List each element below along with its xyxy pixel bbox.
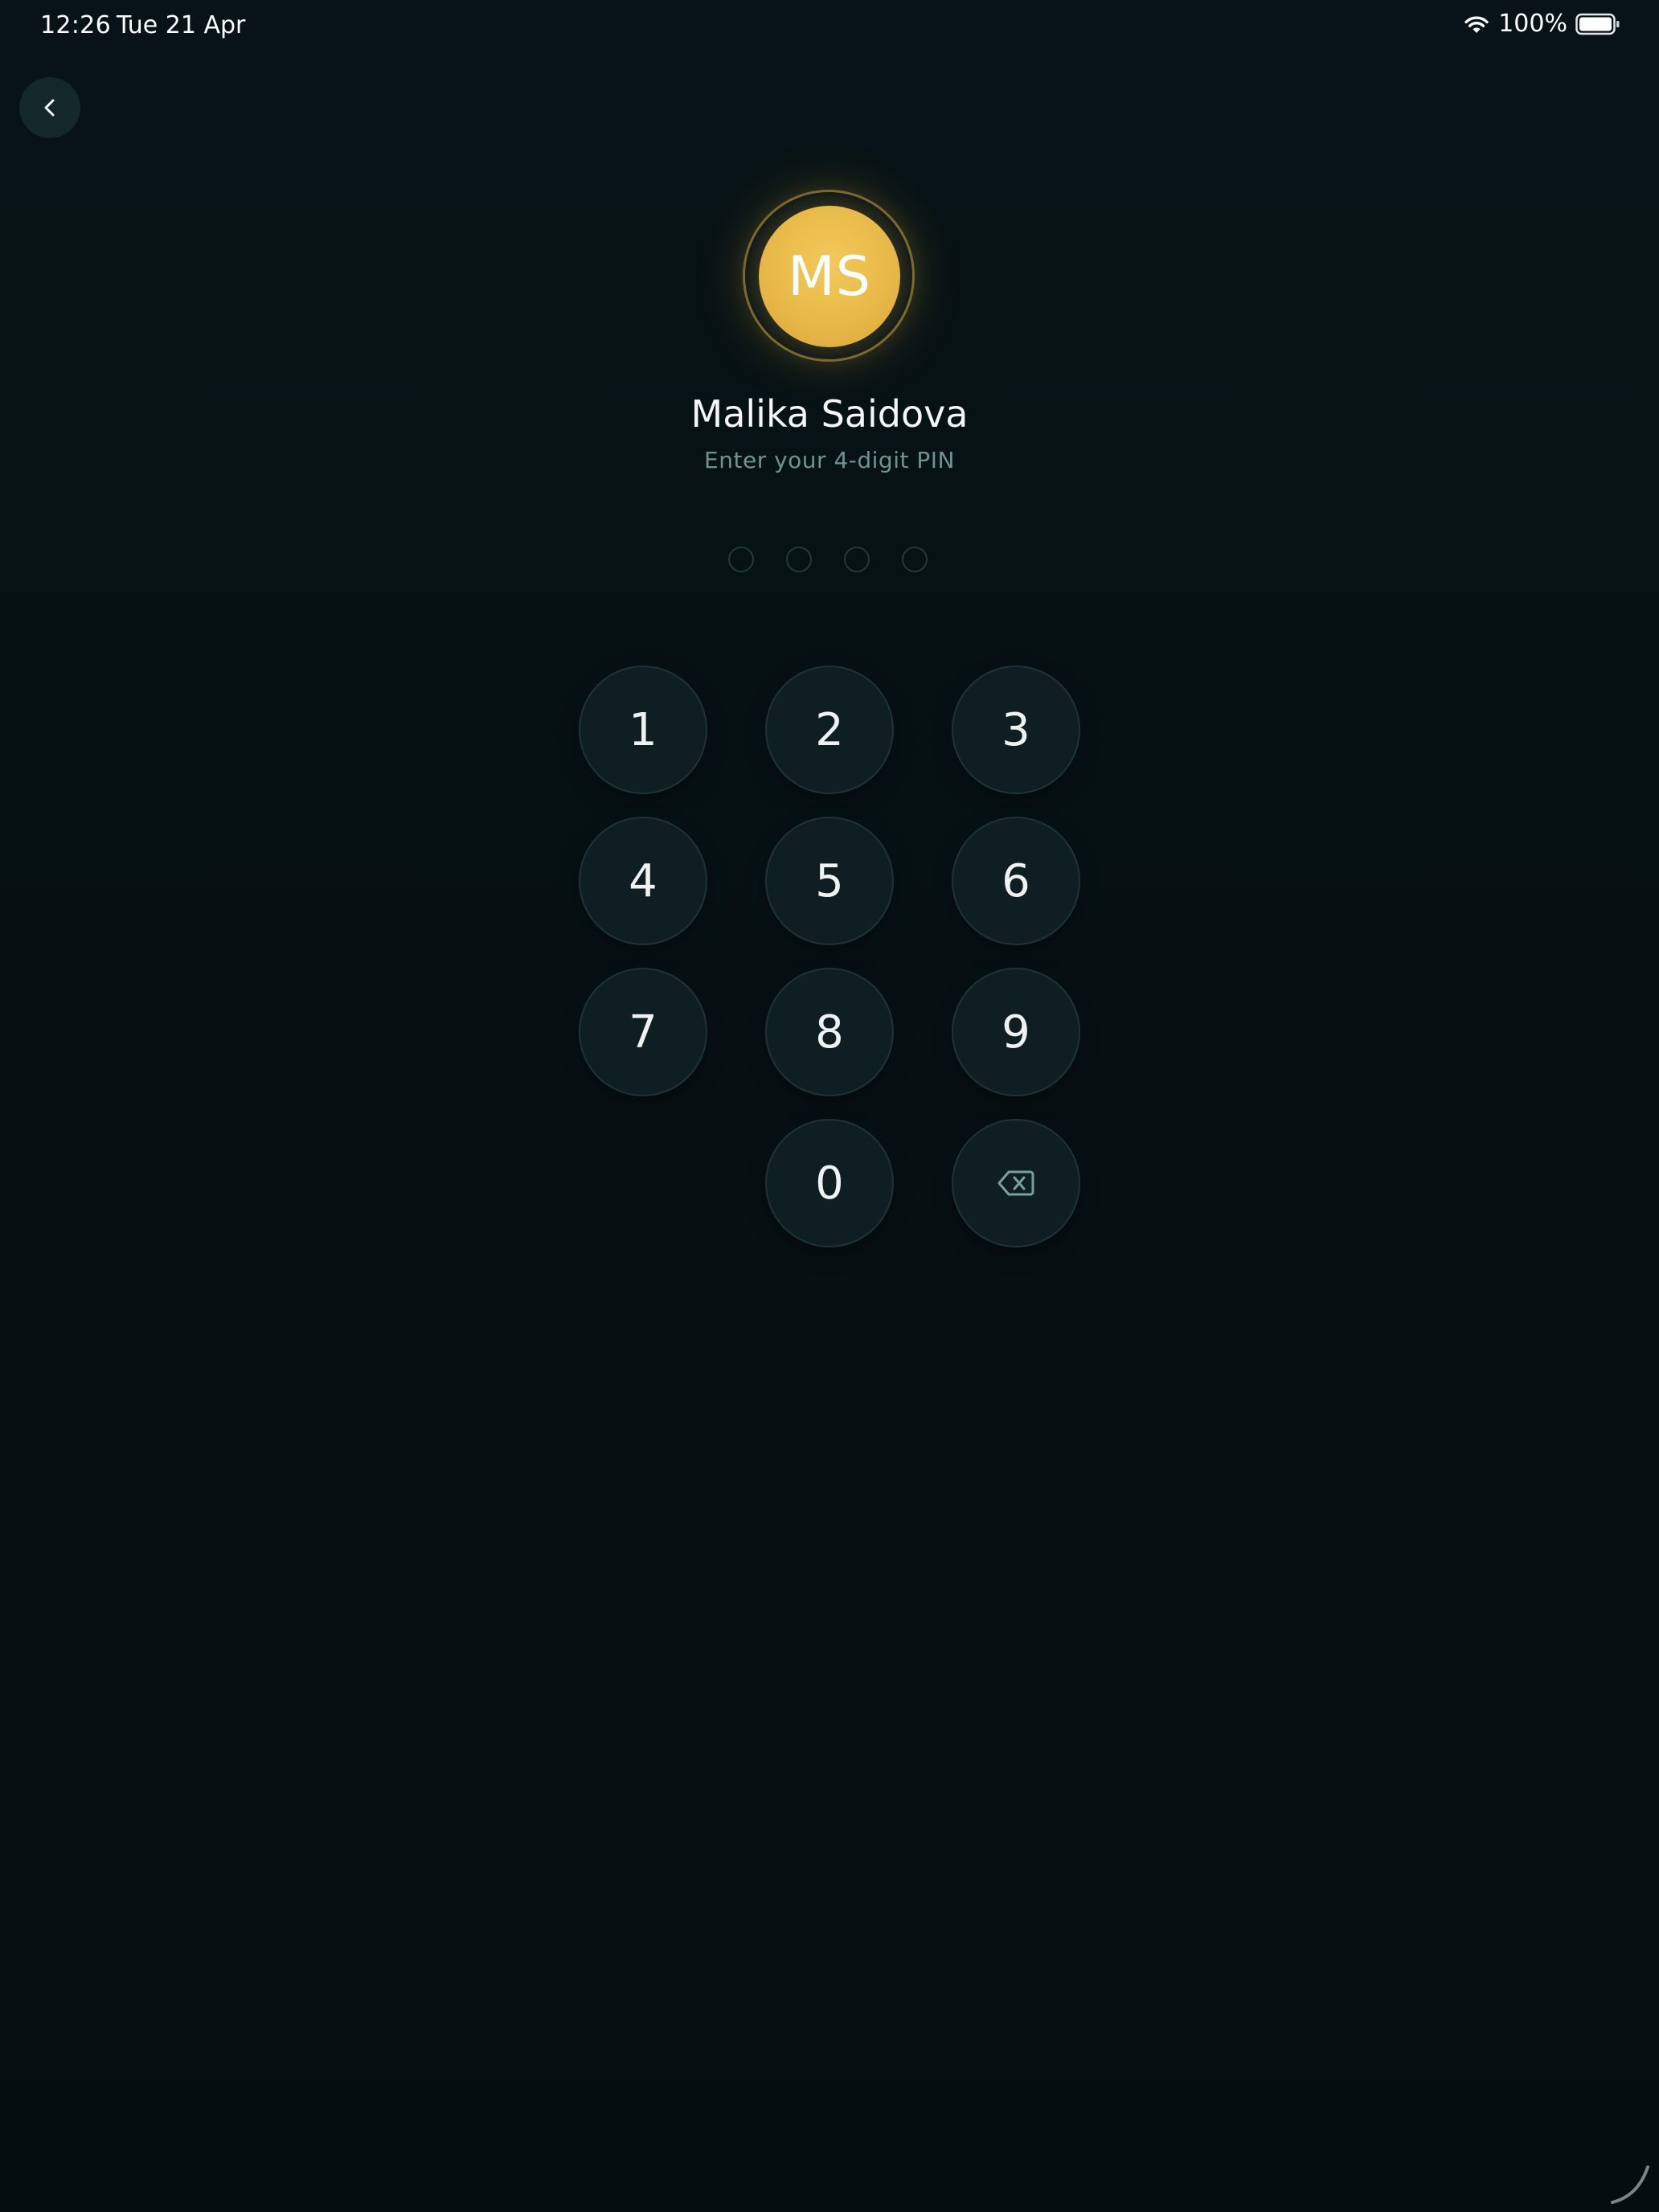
battery-icon — [1575, 13, 1620, 35]
status-indicators: 100% — [1463, 10, 1620, 38]
back-button[interactable] — [19, 77, 80, 138]
key-2[interactable]: 2 — [765, 666, 894, 794]
user-name: Malika Saidova — [690, 392, 969, 436]
pin-prompt: Enter your 4-digit PIN — [704, 447, 955, 473]
pin-dot — [786, 547, 812, 572]
pin-entry-screen: 12:26 Tue 21 Apr 100% MS Malika Saidova … — [0, 0, 1659, 2212]
battery-percentage: 100% — [1498, 10, 1567, 38]
status-time: 12:26 — [40, 11, 111, 39]
key-1[interactable]: 1 — [579, 666, 707, 794]
pin-indicator — [728, 547, 928, 572]
key-6[interactable]: 6 — [952, 817, 1080, 945]
keypad-spacer — [579, 1119, 707, 1247]
corner-gesture-icon — [1611, 2165, 1649, 2204]
pin-dot — [844, 547, 870, 572]
backspace-button[interactable] — [952, 1119, 1080, 1247]
chevron-left-icon — [44, 99, 55, 117]
key-3[interactable]: 3 — [952, 666, 1080, 794]
backspace-icon — [997, 1170, 1034, 1196]
pin-dot — [728, 547, 754, 572]
pin-dot — [902, 547, 928, 572]
key-5[interactable]: 5 — [765, 817, 894, 945]
wifi-icon — [1464, 15, 1489, 33]
key-8[interactable]: 8 — [765, 968, 894, 1096]
avatar: MS — [759, 206, 900, 347]
key-7[interactable]: 7 — [579, 968, 707, 1096]
key-9[interactable]: 9 — [952, 968, 1080, 1096]
numeric-keypad: 1 2 3 4 5 6 7 8 9 0 — [579, 666, 1080, 1247]
key-0[interactable]: 0 — [765, 1119, 894, 1247]
key-4[interactable]: 4 — [579, 817, 707, 945]
status-date: Tue 21 Apr — [117, 11, 246, 39]
